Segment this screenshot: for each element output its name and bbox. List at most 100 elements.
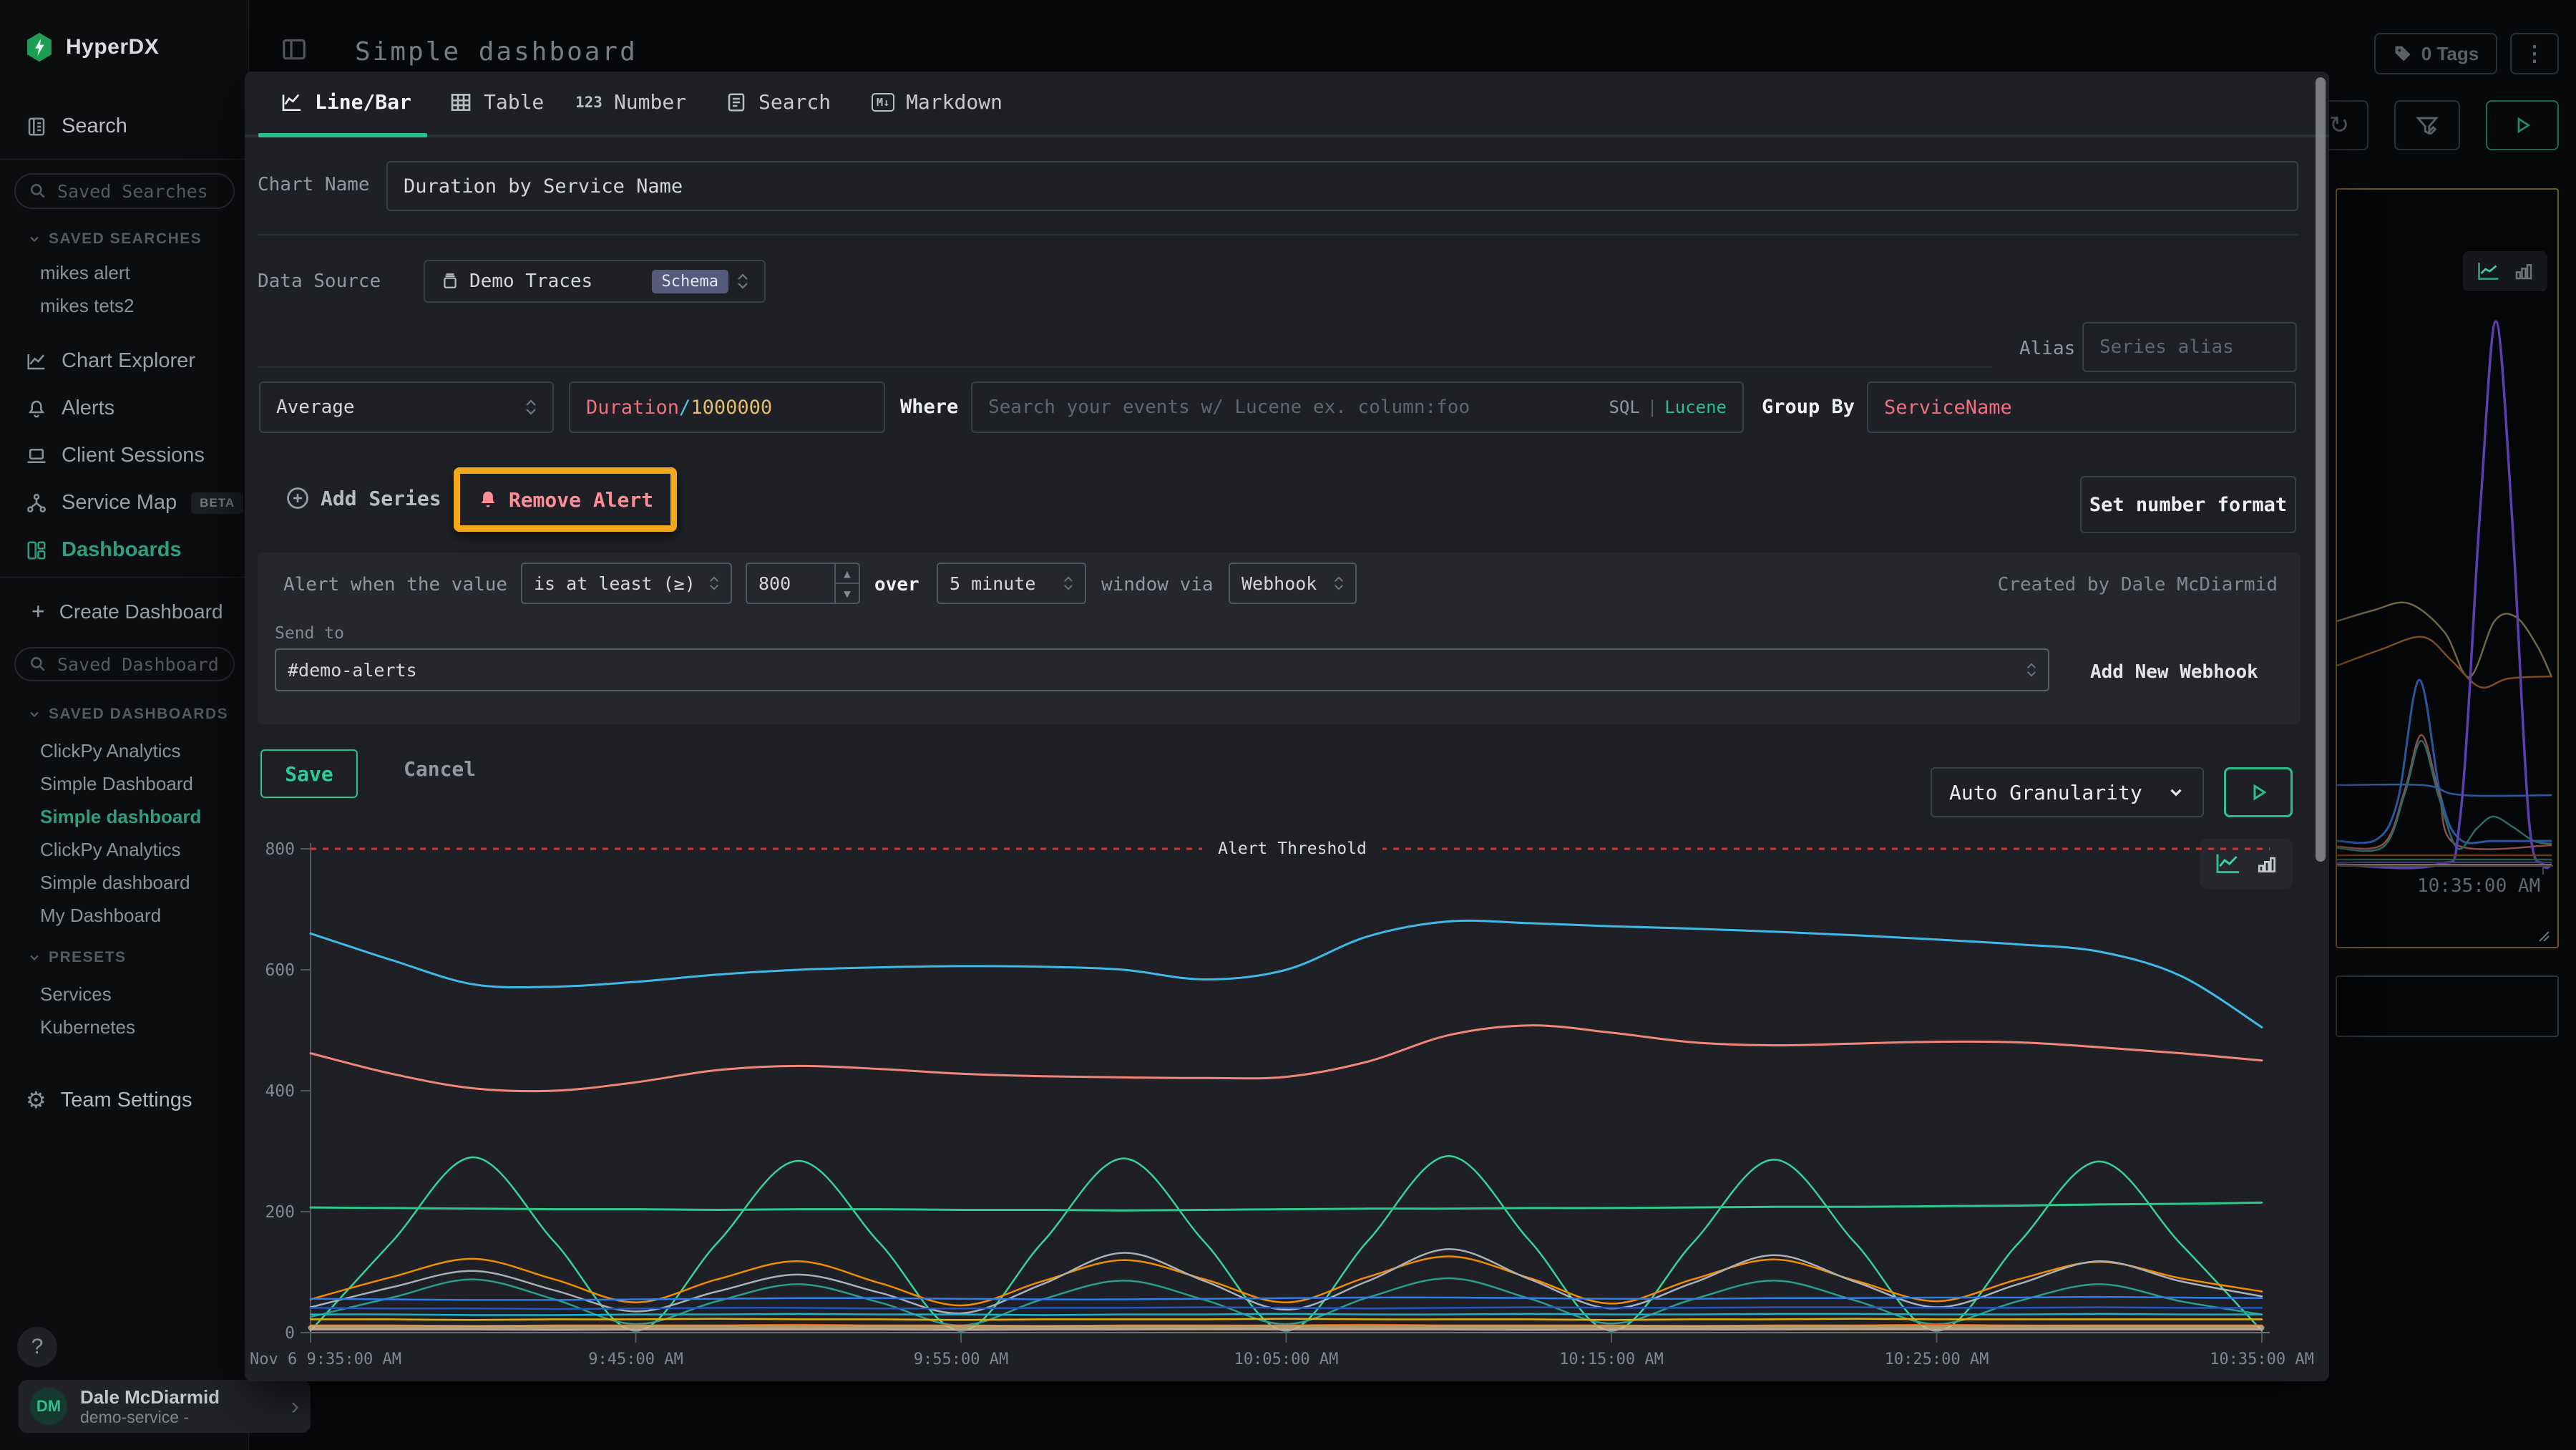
- alert-prefix-label: Alert when the value: [283, 574, 507, 595]
- svg-text:800: 800: [265, 840, 295, 859]
- user-name: Dale McDiarmid: [80, 1386, 278, 1408]
- tags-button[interactable]: 0 Tags: [2374, 33, 2497, 74]
- alert-window-select[interactable]: 5 minute: [937, 563, 1086, 604]
- tags-label: 0 Tags: [2421, 43, 2479, 65]
- dashboard-item[interactable]: ClickPy Analytics: [0, 734, 249, 767]
- svg-text:Nov 6 9:35:00 AM: Nov 6 9:35:00 AM: [250, 1351, 401, 1368]
- set-number-format-button[interactable]: Set number format: [2080, 476, 2296, 533]
- duration-chart[interactable]: 0200400600800Nov 6 9:35:00 AM9:45:00 AM9…: [258, 830, 2318, 1381]
- divider: [258, 234, 2298, 235]
- dashboard-item-active[interactable]: Simple dashboard: [0, 800, 249, 833]
- help-button[interactable]: ?: [17, 1327, 57, 1367]
- resize-handle-icon[interactable]: [2536, 928, 2552, 944]
- plus-circle-icon: [285, 485, 311, 511]
- chart-name-input[interactable]: Duration by Service Name: [386, 161, 2298, 211]
- preset-item[interactable]: Kubernetes: [0, 1011, 249, 1043]
- dashboards-icon: [26, 540, 47, 561]
- alias-input[interactable]: Series alias: [2082, 322, 2297, 372]
- tab-line-bar[interactable]: Line/Bar: [280, 90, 411, 114]
- sidebar-item-label: Search: [62, 115, 127, 138]
- chart-type-toggle-bg[interactable]: [2463, 251, 2547, 291]
- sidebar-item-service-map[interactable]: Service Map BETA: [26, 491, 243, 515]
- run-chart-button[interactable]: [2224, 767, 2293, 817]
- send-to-select[interactable]: #demo-alerts: [275, 648, 2049, 691]
- search-doc-icon: [26, 116, 47, 137]
- sidebar: HyperDX Search Saved Searches SAVED SEAR…: [0, 0, 249, 1450]
- saved-searches-placeholder: Saved Searches: [57, 181, 208, 202]
- group-by-input[interactable]: ServiceName: [1867, 381, 2296, 433]
- schema-badge: Schema: [652, 270, 728, 293]
- remove-alert-highlight: Remove Alert: [454, 467, 677, 532]
- add-new-webhook-button[interactable]: Add New Webhook: [2090, 661, 2258, 683]
- saved-searches-list: mikes alert mikes tets2: [0, 256, 249, 322]
- saved-search-item[interactable]: mikes tets2: [0, 289, 249, 322]
- group-by-label: Group By: [1762, 396, 1855, 418]
- select-chevrons-icon: [1334, 576, 1344, 590]
- preset-item[interactable]: Services: [0, 978, 249, 1011]
- gear-icon: ⚙: [26, 1086, 47, 1114]
- sidebar-item-alerts[interactable]: Alerts: [26, 396, 114, 420]
- data-source-select[interactable]: Demo Traces Schema: [424, 260, 766, 303]
- presets-header[interactable]: PRESETS: [27, 949, 127, 966]
- tab-markdown[interactable]: M↓ Markdown: [872, 90, 1002, 114]
- cancel-button[interactable]: Cancel: [404, 757, 476, 781]
- lucene-toggle[interactable]: Lucene: [1664, 397, 1727, 417]
- sql-toggle[interactable]: SQL: [1609, 397, 1639, 417]
- alert-threshold-input[interactable]: 800 ▲▼: [746, 563, 860, 604]
- divider: [0, 159, 249, 160]
- sidebar-item-dashboards[interactable]: Dashboards: [26, 538, 182, 562]
- field-expression-input[interactable]: Duration/1000000: [569, 381, 885, 433]
- play-icon: [2512, 115, 2533, 136]
- search-icon: [29, 182, 47, 200]
- svg-text:9:55:00 AM: 9:55:00 AM: [914, 1351, 1008, 1368]
- avatar: DM: [30, 1388, 67, 1425]
- modal-scrollbar[interactable]: [2316, 77, 2326, 862]
- service-map-icon: [26, 492, 47, 514]
- dashboard-item[interactable]: Simple dashboard: [0, 866, 249, 899]
- run-query-button-bg[interactable]: [2486, 100, 2559, 150]
- dashboard-item[interactable]: ClickPy Analytics: [0, 833, 249, 866]
- plus-icon: +: [31, 598, 45, 625]
- user-card[interactable]: DM Dale McDiarmid demo-service - ›: [19, 1380, 311, 1433]
- saved-searches-input[interactable]: Saved Searches: [14, 173, 235, 209]
- app-root: HyperDX Search Saved Searches SAVED SEAR…: [0, 0, 2576, 1450]
- bell-icon: [477, 489, 499, 510]
- svg-text:600: 600: [265, 961, 295, 980]
- sidebar-item-search[interactable]: Search: [26, 115, 127, 138]
- saved-search-item[interactable]: mikes alert: [0, 256, 249, 289]
- number-spinner[interactable]: ▲▼: [834, 564, 859, 603]
- laptop-icon: [26, 445, 47, 467]
- add-series-button[interactable]: Add Series: [285, 485, 441, 511]
- tab-search[interactable]: Search: [726, 90, 831, 114]
- granularity-select[interactable]: Auto Granularity: [1931, 767, 2204, 817]
- saved-dashboards-header[interactable]: SAVED DASHBOARDS: [27, 706, 228, 723]
- where-search-input[interactable]: Search your events w/ Lucene ex. column:…: [971, 381, 1744, 433]
- alert-condition-select[interactable]: is at least (≥): [521, 563, 732, 604]
- background-tile-2: [2336, 975, 2559, 1037]
- sidebar-item-client-sessions[interactable]: Client Sessions: [26, 444, 205, 467]
- divider: [0, 577, 249, 578]
- saved-dashboards-input[interactable]: Saved Dashboards: [14, 647, 235, 681]
- kebab-menu-button[interactable]: ⋮: [2510, 33, 2559, 74]
- filter-button[interactable]: [2394, 100, 2460, 150]
- tab-number[interactable]: 123 Number: [575, 90, 686, 114]
- aggregation-select[interactable]: Average: [259, 381, 554, 433]
- collapse-sidebar-button[interactable]: [280, 36, 308, 63]
- background-time-label: 10:35:00 AM: [2417, 875, 2540, 897]
- create-dashboard-button[interactable]: + Create Dashboard: [31, 598, 223, 625]
- sidebar-item-team-settings[interactable]: ⚙ Team Settings: [26, 1086, 192, 1114]
- divider: [258, 366, 1992, 368]
- tab-table[interactable]: Table: [449, 90, 544, 114]
- sidebar-item-chart-explorer[interactable]: Chart Explorer: [26, 349, 195, 373]
- alert-channel-select[interactable]: Webhook: [1229, 563, 1357, 604]
- saved-searches-header[interactable]: SAVED SEARCHES: [27, 230, 202, 248]
- chevron-down-icon: [27, 707, 42, 721]
- brand[interactable]: HyperDX: [24, 31, 159, 63]
- svg-text:Alert Threshold: Alert Threshold: [1218, 840, 1367, 858]
- save-button[interactable]: Save: [260, 749, 358, 798]
- remove-alert-button[interactable]: Remove Alert: [477, 488, 653, 512]
- document-icon: [726, 92, 747, 113]
- dashboard-item[interactable]: Simple Dashboard: [0, 767, 249, 800]
- dashboard-item[interactable]: My Dashboard: [0, 899, 249, 932]
- bar-chart-icon: [2513, 261, 2534, 282]
